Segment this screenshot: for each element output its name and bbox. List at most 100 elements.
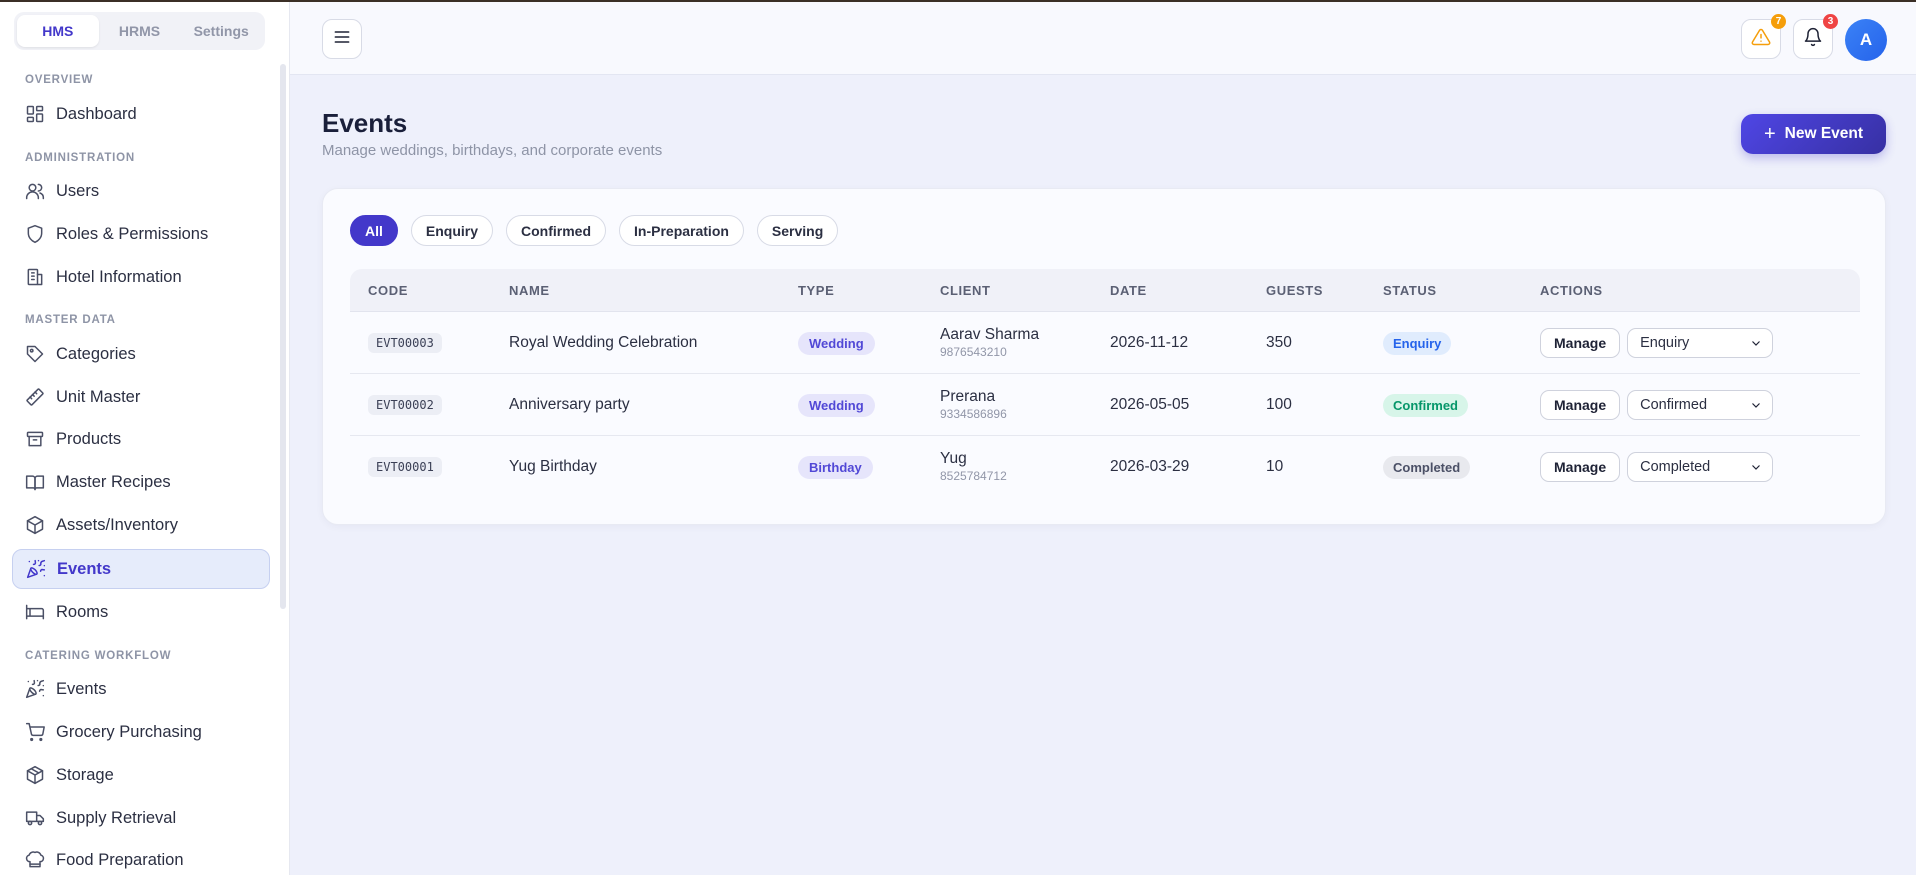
building-icon xyxy=(25,267,45,287)
col-date: DATE xyxy=(1110,283,1147,298)
filter-enquiry[interactable]: Enquiry xyxy=(410,215,494,246)
page-subtitle: Manage weddings, birthdays, and corporat… xyxy=(322,142,663,159)
sidebar-item-products[interactable]: Products xyxy=(12,419,270,459)
sidebar-item-events[interactable]: Events xyxy=(12,549,270,589)
filter-all[interactable]: All xyxy=(350,215,398,246)
sidebar-item-label: Supply Retrieval xyxy=(56,808,177,827)
sidebar-item-dashboard[interactable]: Dashboard xyxy=(12,94,270,134)
event-type: Birthday xyxy=(798,455,873,479)
event-guests: 10 xyxy=(1266,458,1284,475)
sidebar-item-label: Categories xyxy=(56,344,136,363)
sidebar-item-roles[interactable]: Roles & Permissions xyxy=(12,214,270,254)
status-select-value: Completed xyxy=(1640,459,1711,475)
tab-hms[interactable]: HMS xyxy=(17,15,99,47)
event-date: 2026-03-29 xyxy=(1110,458,1190,475)
row-actions: Manage Enquiry xyxy=(1540,312,1774,374)
bed-icon xyxy=(25,602,45,622)
plus-icon: + xyxy=(1763,123,1776,145)
chevron-down-icon xyxy=(1750,399,1762,411)
sidebar-item-assets[interactable]: Assets/Inventory xyxy=(12,505,270,545)
users-icon xyxy=(25,181,45,201)
event-type: Wedding xyxy=(798,393,875,417)
sidebar-item-categories[interactable]: Categories xyxy=(12,334,270,374)
truck-icon xyxy=(25,808,45,828)
status-select[interactable]: Enquiry xyxy=(1627,328,1774,358)
client-cell: Prerana 9334586896 xyxy=(940,374,1007,436)
section-overview: Overview xyxy=(25,74,94,86)
alerts-button[interactable]: 7 xyxy=(1741,14,1786,59)
row-actions: Manage Confirmed xyxy=(1540,374,1774,436)
cart-icon xyxy=(25,722,45,742)
manage-button[interactable]: Manage xyxy=(1540,452,1621,482)
table-row: EVT00003 Royal Wedding Celebration Weddi… xyxy=(350,312,1860,374)
tab-hrms[interactable]: HRMS xyxy=(99,15,181,47)
sidebar: HMS HRMS Settings Overview Dashboard Adm… xyxy=(0,2,290,875)
client-name: Aarav Sharma xyxy=(940,326,1040,343)
filter-serving[interactable]: Serving xyxy=(756,215,839,246)
new-event-button[interactable]: + New Event xyxy=(1741,114,1886,154)
client-cell: Yug 8525784712 xyxy=(940,436,1007,498)
sidebar-item-supply-retrieval[interactable]: Supply Retrieval xyxy=(12,798,270,838)
status-filters: All Enquiry Confirmed In-Preparation Ser… xyxy=(350,215,839,246)
col-name: NAME xyxy=(509,283,550,298)
sidebar-item-label: Food Preparation xyxy=(56,850,184,869)
client-name: Yug xyxy=(940,450,967,467)
sidebar-item-label: Roles & Permissions xyxy=(56,224,209,243)
sidebar-item-unit-master[interactable]: Unit Master xyxy=(12,377,270,417)
app-switcher: HMS HRMS Settings xyxy=(14,12,265,50)
sidebar-item-catering-events[interactable]: Events xyxy=(12,669,270,709)
section-catering-workflow: Catering Workflow xyxy=(25,650,172,662)
sidebar-item-grocery-purchasing[interactable]: Grocery Purchasing xyxy=(12,712,270,752)
status-badge: Completed xyxy=(1383,455,1471,479)
menu-toggle-button[interactable] xyxy=(322,19,362,59)
status-select-value: Confirmed xyxy=(1640,397,1708,413)
sidebar-scrollbar[interactable] xyxy=(280,64,286,609)
sidebar-item-label: Storage xyxy=(56,765,114,784)
col-actions: ACTIONS xyxy=(1540,283,1603,298)
client-phone: 9334586896 xyxy=(940,407,1007,421)
client-name: Prerana xyxy=(940,388,996,405)
event-name: Yug Birthday xyxy=(509,458,597,475)
avatar[interactable]: A xyxy=(1845,19,1887,61)
client-phone: 8525784712 xyxy=(940,469,1007,483)
filter-in-preparation[interactable]: In-Preparation xyxy=(619,215,744,246)
sidebar-item-label: Master Recipes xyxy=(56,472,171,491)
manage-button[interactable]: Manage xyxy=(1540,328,1621,358)
events-table: CODE NAME TYPE CLIENT DATE GUESTS STATUS… xyxy=(350,269,1860,498)
section-administration: Administration xyxy=(25,152,136,164)
sidebar-item-label: Rooms xyxy=(56,602,109,621)
section-master-data: Master Data xyxy=(25,314,116,326)
sidebar-item-rooms[interactable]: Rooms xyxy=(12,592,270,632)
col-status: STATUS xyxy=(1383,283,1437,298)
sidebar-item-food-preparation[interactable]: Food Preparation xyxy=(12,840,270,875)
sidebar-item-label: Users xyxy=(56,181,100,200)
sidebar-item-label: Events xyxy=(57,559,112,578)
sidebar-item-storage[interactable]: Storage xyxy=(12,755,270,795)
col-type: TYPE xyxy=(798,283,835,298)
shield-icon xyxy=(25,224,45,244)
notifications-button[interactable]: 3 xyxy=(1793,14,1838,59)
box-icon xyxy=(25,515,45,535)
archive-icon xyxy=(25,429,45,449)
tab-settings[interactable]: Settings xyxy=(180,15,262,47)
event-date: 2026-11-12 xyxy=(1110,334,1189,351)
filter-confirmed[interactable]: Confirmed xyxy=(506,215,607,246)
manage-button[interactable]: Manage xyxy=(1540,390,1621,420)
status-badge: Enquiry xyxy=(1383,331,1452,355)
status-select-value: Enquiry xyxy=(1640,335,1690,351)
ruler-icon xyxy=(25,387,45,407)
status-select[interactable]: Confirmed xyxy=(1627,390,1774,420)
table-row: EVT00001 Yug Birthday Birthday Yug 85257… xyxy=(350,436,1860,498)
sidebar-item-label: Grocery Purchasing xyxy=(56,722,202,741)
sidebar-item-master-recipes[interactable]: Master Recipes xyxy=(12,462,270,502)
sidebar-item-users[interactable]: Users xyxy=(12,171,270,211)
status-select[interactable]: Completed xyxy=(1627,452,1774,482)
chevron-down-icon xyxy=(1750,461,1762,473)
sidebar-item-label: Dashboard xyxy=(56,104,137,123)
new-event-label: New Event xyxy=(1784,125,1864,142)
event-name: Anniversary party xyxy=(509,396,630,413)
event-type: Wedding xyxy=(798,331,875,355)
chevron-down-icon xyxy=(1750,337,1762,349)
sidebar-item-label: Events xyxy=(56,679,107,698)
sidebar-item-hotel-information[interactable]: Hotel Information xyxy=(12,257,270,297)
